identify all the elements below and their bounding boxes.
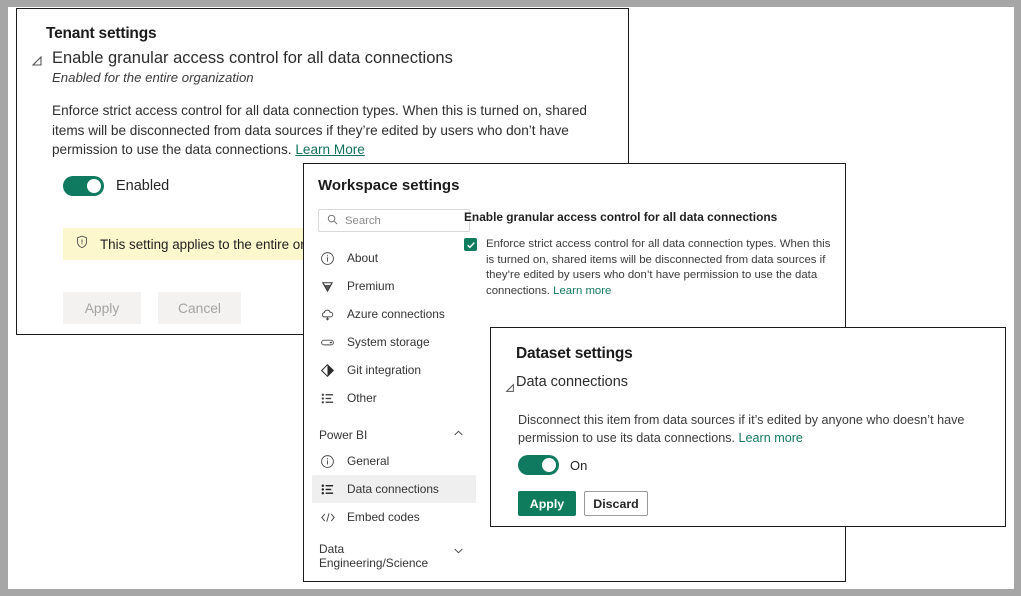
workspace-search-box[interactable]: Search	[318, 209, 470, 232]
nav-group-data-engineering-science[interactable]: Data Engineering/Science	[312, 542, 476, 576]
workspace-setting-heading: Enable granular access control for all d…	[464, 210, 836, 224]
workspace-setting-description: Enforce strict access control for all da…	[486, 237, 834, 299]
sidebar-item-label: About	[347, 251, 378, 265]
checkmark-icon	[466, 240, 476, 250]
info-circle-icon	[319, 453, 336, 470]
tenant-apply-button[interactable]: Apply	[63, 292, 141, 324]
sidebar-item-git-integration[interactable]: Git integration	[312, 356, 476, 384]
dataset-section-title: Data connections	[516, 374, 628, 390]
sidebar-item-label: General	[347, 454, 389, 468]
tenant-setting-name: Enable granular access control for all d…	[52, 49, 453, 68]
tenant-setting-scope: Enabled for the entire organization	[52, 70, 254, 85]
chevron-up-icon	[453, 426, 464, 444]
tenant-toggle-label: Enabled	[116, 178, 169, 194]
sidebar-item-label: Azure connections	[347, 307, 445, 321]
workspace-content-pane: Enable granular access control for all d…	[464, 210, 836, 299]
nav-spacer	[312, 531, 476, 542]
workspace-enforce-checkbox[interactable]	[464, 238, 477, 251]
sidebar-item-data-connections[interactable]: Data connections	[312, 475, 476, 503]
code-icon	[319, 509, 336, 526]
nav-spacer	[312, 412, 476, 423]
sidebar-item-label: Git integration	[347, 363, 421, 377]
diamond-icon	[319, 278, 336, 295]
sidebar-item-label: Data connections	[347, 482, 439, 496]
sidebar-item-label: System storage	[347, 335, 430, 349]
workspace-settings-title: Workspace settings	[318, 177, 459, 194]
dataset-toggle-row: On	[518, 455, 587, 475]
page-canvas: Tenant settings Enable granular access c…	[8, 7, 1014, 589]
sidebar-item-label: Other	[347, 391, 377, 405]
storage-icon	[319, 334, 336, 351]
nav-group-power-bi[interactable]: Power BI	[312, 423, 476, 447]
workspace-learn-more-link[interactable]: Learn more	[553, 285, 611, 297]
tenant-enable-toggle-row: Enabled	[63, 176, 169, 196]
info-circle-icon	[319, 250, 336, 267]
workspace-search-placeholder: Search	[345, 215, 381, 227]
list-icon	[319, 390, 336, 407]
sidebar-item-about[interactable]: About	[312, 244, 476, 272]
sidebar-item-system-storage[interactable]: System storage	[312, 328, 476, 356]
sidebar-item-azure-connections[interactable]: Azure connections	[312, 300, 476, 328]
dataset-discard-button[interactable]: Discard	[584, 491, 648, 516]
shield-info-icon	[75, 235, 89, 254]
cloud-icon	[319, 306, 336, 323]
workspace-nav-list: About Premium	[312, 244, 476, 576]
search-icon	[327, 212, 338, 230]
sidebar-item-embed-codes[interactable]: Embed codes	[312, 503, 476, 531]
workspace-description-text: Enforce strict access control for all da…	[486, 238, 830, 297]
dataset-toggle-label: On	[570, 458, 587, 473]
tenant-settings-title: Tenant settings	[46, 25, 156, 43]
dataset-learn-more-link[interactable]: Learn more	[739, 431, 803, 445]
tenant-setting-description: Enforce strict access control for all da…	[52, 101, 607, 160]
git-icon	[319, 362, 336, 379]
tenant-cancel-button[interactable]: Cancel	[158, 292, 241, 324]
tenant-enable-toggle[interactable]	[63, 176, 104, 196]
sidebar-item-premium[interactable]: Premium	[312, 272, 476, 300]
workspace-setting-checkbox-row: Enforce strict access control for all da…	[464, 237, 836, 299]
dataset-description: Disconnect this item from data sources i…	[518, 411, 986, 447]
tenant-banner-text: This setting applies to the entire org	[100, 237, 312, 252]
dataset-settings-panel: Dataset settings Data connections Discon…	[490, 327, 1006, 527]
nav-group-label: Power BI	[319, 428, 367, 442]
dataset-disconnect-toggle[interactable]	[518, 455, 559, 475]
collapse-triangle-icon[interactable]	[30, 54, 44, 68]
dataset-apply-button[interactable]: Apply	[518, 491, 576, 516]
chevron-down-icon	[453, 543, 464, 561]
sidebar-item-label: Embed codes	[347, 510, 420, 524]
nav-group-label: Data Engineering/Science	[319, 543, 405, 570]
collapse-triangle-icon[interactable]	[504, 381, 516, 393]
list-icon	[319, 481, 336, 498]
sidebar-item-label: Premium	[347, 279, 395, 293]
sidebar-item-other[interactable]: Other	[312, 384, 476, 412]
sidebar-item-general[interactable]: General	[312, 447, 476, 475]
tenant-learn-more-link[interactable]: Learn More	[295, 142, 365, 157]
dataset-settings-title: Dataset settings	[516, 345, 633, 363]
